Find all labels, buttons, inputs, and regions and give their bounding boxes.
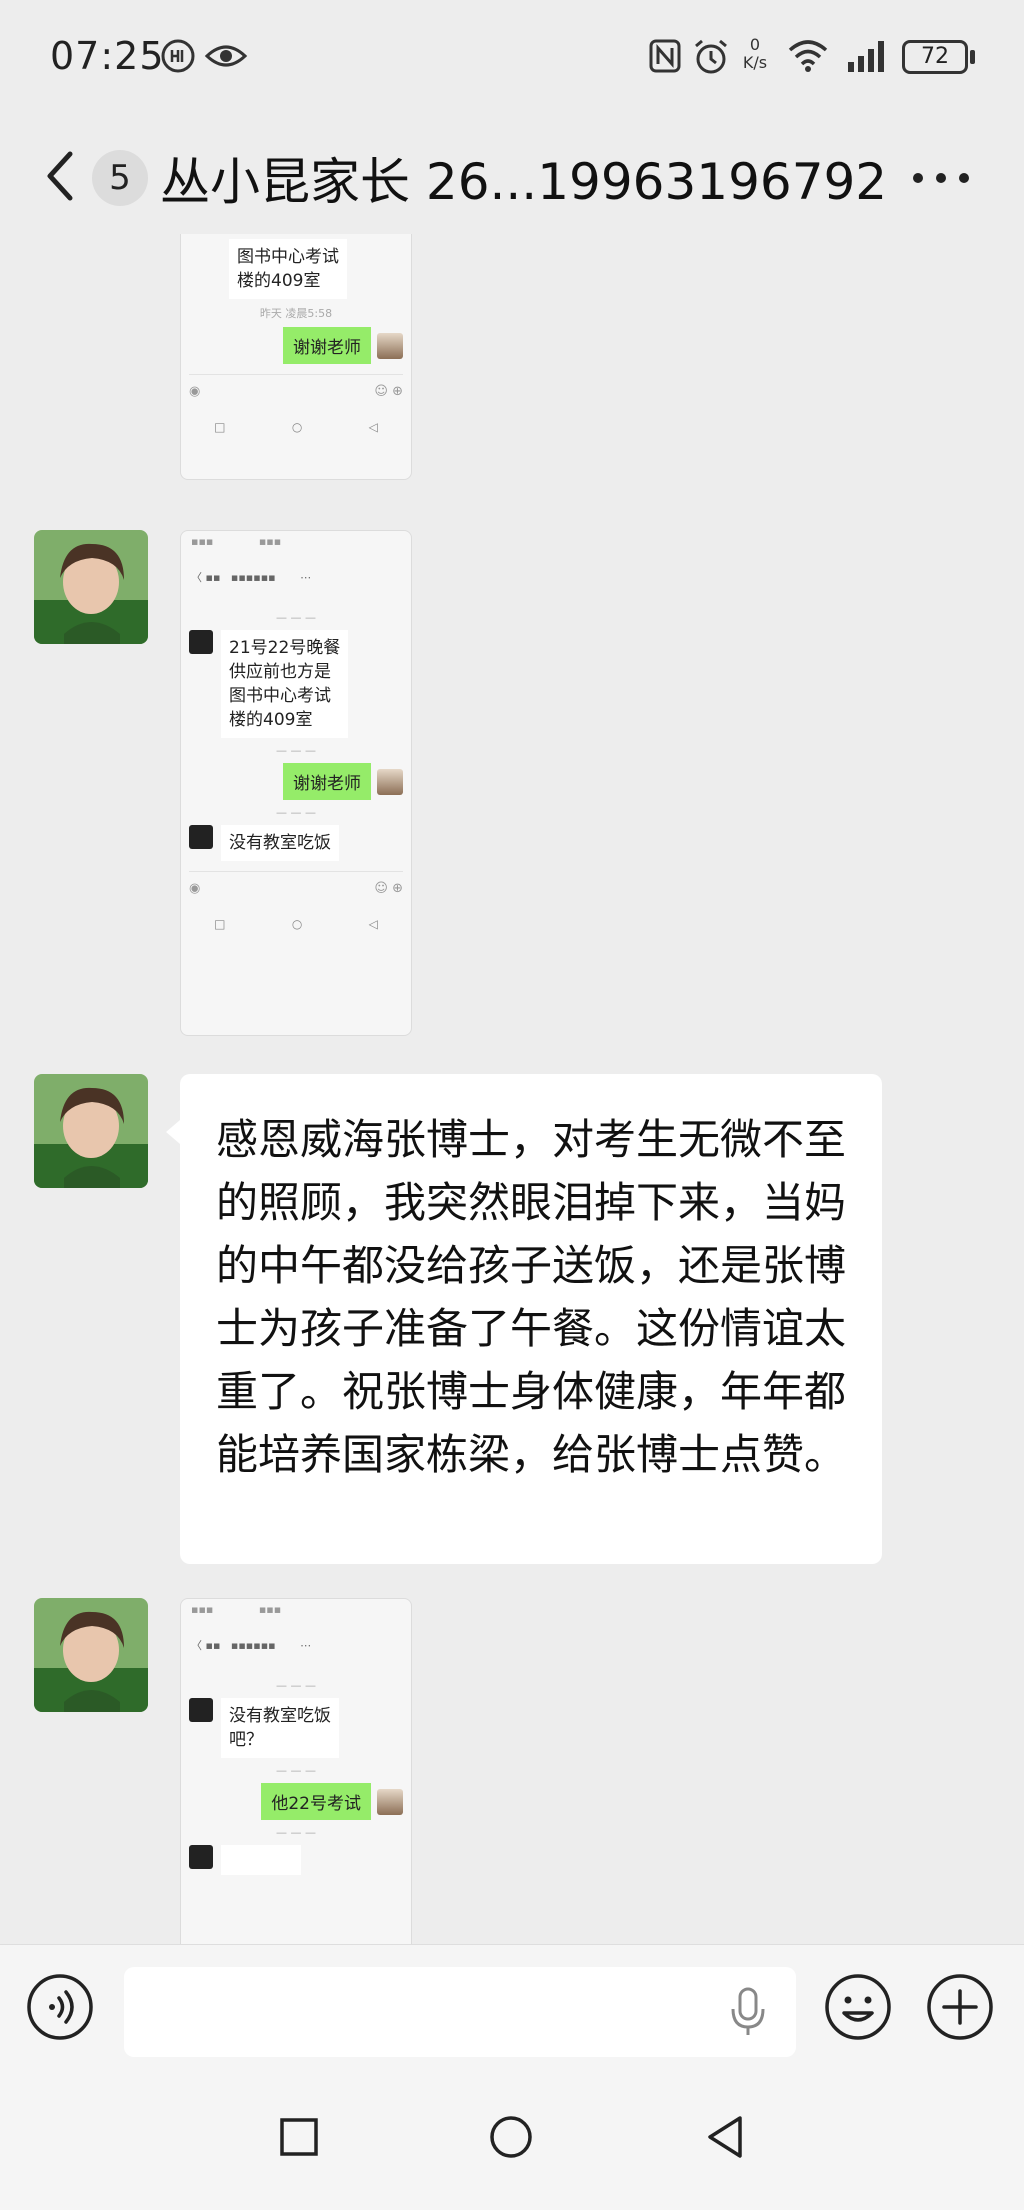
thumb-nav-square-icon: □ — [214, 420, 226, 434]
thumb-reply-row: 谢谢老师 — [189, 763, 403, 800]
thumb-time: 昨天 凌晨5:58 — [259, 307, 333, 320]
thumb-status: ▪▪▪ ▪▪▪ — [191, 1603, 282, 1616]
thumb-nav-circle-icon: ○ — [291, 917, 303, 931]
thumb-voice-icon: ◉ — [189, 881, 201, 896]
battery-tip-icon — [970, 50, 975, 64]
text-message[interactable]: 感恩威海张博士，对考生无微不至的照顾，我突然眼泪掉下来，当妈的中午都没给孩子送饭… — [166, 1074, 882, 1564]
emoji-icon[interactable] — [824, 1973, 892, 2041]
message-list[interactable]: 图书中心考试 楼的409室 昨天 凌晨5:58 谢谢老师 ◉ ☺ ⊕ □ ○ ◁ — [0, 234, 1024, 1944]
avatar[interactable] — [34, 530, 148, 644]
thumb-text: 图书中心考试 — [237, 247, 339, 267]
thumb-time-divider: — — — — [276, 806, 316, 819]
image-message-3[interactable]: ▪▪▪ ▪▪▪ 〈 ▪▪ ▪▪▪▪▪▪ ⋯ — — — 没有教室吃饭 吧？ — … — [180, 1598, 412, 1944]
nfc-icon — [649, 39, 681, 73]
wifi-icon — [788, 40, 828, 72]
thumb-nav-back-icon: ◁ — [368, 917, 378, 931]
image-message-1[interactable]: 图书中心考试 楼的409室 昨天 凌晨5:58 谢谢老师 ◉ ☺ ⊕ □ ○ ◁ — [180, 234, 412, 480]
system-nav-bar — [0, 2064, 1024, 2210]
avatar[interactable] — [34, 1598, 148, 1712]
thumb-text: 楼的409室 — [237, 271, 321, 291]
thumb-bubble-row: 21号22号晚餐 供应前也方是 图书中心考试 楼的409室 — [189, 630, 403, 738]
thumb-bubble-row: 没有教室吃饭 吧？ — [189, 1698, 403, 1758]
eye-icon — [204, 45, 248, 67]
thumb-time-divider: — — — — [276, 1826, 316, 1839]
avatar-photo — [34, 530, 148, 644]
thumb-reply-row: 谢谢老师 — [189, 327, 403, 364]
thumb-voice-icon: ◉ — [189, 384, 201, 399]
thumb-nav-circle-icon: ○ — [291, 420, 303, 434]
thumb-input-bar: ◉ ☺ ⊕ — [189, 871, 403, 905]
battery-level: 72 — [921, 44, 949, 69]
signal-icon — [848, 41, 884, 72]
thumb-header: 〈 ▪▪ ▪▪▪▪▪▪ ⋯ — [191, 1639, 312, 1652]
alarm-icon — [695, 39, 727, 74]
thumb-time-divider: — — — — [276, 611, 316, 624]
status-time: 07:25 — [50, 34, 165, 78]
thumb-nav: □ ○ ◁ — [181, 909, 411, 939]
message-input[interactable] — [124, 1967, 796, 2057]
back-icon[interactable] — [40, 148, 80, 204]
image-message-2[interactable]: ▪▪▪ ▪▪▪ 〈 ▪▪ ▪▪▪▪▪▪ ⋯ — — — 21号22号晚餐 供应前… — [180, 530, 412, 1036]
thumb-bubble — [221, 1845, 301, 1875]
thumb-bubble: 没有教室吃饭 — [221, 825, 339, 861]
avatar[interactable] — [34, 1074, 148, 1188]
thumb-time-divider: — — — — [276, 1764, 316, 1777]
thumb-bubble-row — [189, 1845, 403, 1875]
thumb-avatar — [189, 1698, 213, 1722]
thumb-status: ▪▪▪ ▪▪▪ — [191, 535, 282, 548]
status-bar: 07:25 0 K/s 72 — [0, 0, 1024, 118]
avatar-photo — [34, 1074, 148, 1188]
plus-icon[interactable] — [926, 1973, 994, 2041]
thumb-time-divider: — — — — [276, 744, 316, 757]
net-speed: 0 K/s — [740, 36, 770, 72]
chat-screen: 07:25 0 K/s 72 5 丛小昆家长 26...19963196792 … — [0, 0, 1024, 2210]
net-speed-value: 0 — [749, 35, 761, 54]
nav-back-icon[interactable] — [700, 2112, 750, 2162]
thumb-bubble-row: 没有教室吃饭 — [189, 825, 403, 861]
battery-indicator: 72 — [902, 40, 968, 74]
thumb-avatar — [189, 825, 213, 849]
thumb-nav-square-icon: □ — [214, 917, 226, 931]
thumb-bubble-row: 图书中心考试 楼的409室 — [189, 239, 403, 299]
thumb-reply: 谢谢老师 — [283, 327, 371, 364]
nav-circle-icon[interactable] — [486, 2112, 536, 2162]
hd-icon — [161, 39, 195, 73]
thumb-input-bar: ◉ ☺ ⊕ — [189, 374, 403, 408]
thumb-avatar — [377, 1788, 403, 1815]
thumb-bubble: 图书中心考试 楼的409室 — [229, 239, 347, 299]
thumb-header: 〈 ▪▪ ▪▪▪▪▪▪ ⋯ — [191, 571, 312, 584]
thumb-time-divider: — — — — [276, 1679, 316, 1692]
thumb-tools-icon: ☺ ⊕ — [374, 384, 403, 399]
nav-square-icon[interactable] — [274, 2112, 324, 2162]
thumb-nav: □ ○ ◁ — [181, 412, 411, 442]
mic-icon[interactable] — [728, 1987, 768, 2037]
thumb-avatar — [377, 332, 403, 359]
thumb-avatar — [189, 630, 213, 654]
thumb-avatar — [377, 768, 403, 795]
unread-count-badge[interactable]: 5 — [92, 150, 148, 206]
thumb-bubble: 21号22号晚餐 供应前也方是 图书中心考试 楼的409室 — [221, 630, 349, 738]
thumb-reply: 他22号考试 — [261, 1783, 371, 1820]
avatar-photo — [34, 1598, 148, 1712]
thumb-nav-back-icon: ◁ — [368, 420, 378, 434]
voice-icon[interactable] — [26, 1973, 94, 2041]
thumb-bubble: 没有教室吃饭 吧？ — [221, 1698, 339, 1758]
chat-header: 5 丛小昆家长 26...19963196792 — [0, 118, 1024, 234]
thumb-reply: 谢谢老师 — [283, 763, 371, 800]
net-speed-unit: K/s — [742, 53, 768, 72]
input-bar — [0, 1944, 1024, 2064]
thumb-reply-row: 他22号考试 — [189, 1783, 403, 1820]
chat-title: 丛小昆家长 26...19963196792 — [160, 153, 888, 211]
thumb-tools-icon: ☺ ⊕ — [374, 881, 403, 896]
more-icon[interactable] — [910, 168, 972, 188]
thumb-avatar — [189, 1845, 213, 1869]
